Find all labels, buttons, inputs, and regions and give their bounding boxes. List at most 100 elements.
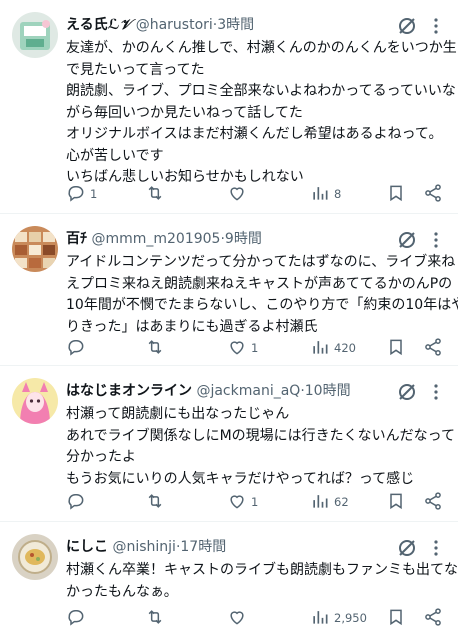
- more-icon[interactable]: [426, 381, 446, 403]
- tweet-line: もうお気にいりの人気キャラだけやってれば？って感じ: [66, 470, 415, 487]
- tweet-line: 村瀬くん卒業！キャストのライブも朗読劇もファンミも出てな: [66, 562, 458, 578]
- grok-icon[interactable]: [396, 229, 418, 251]
- name-badge: ℒ𝒱: [107, 17, 132, 33]
- tweet-line: 朗読劇、ライブ、プロミ全部来ないよねわかってるっていいな: [66, 83, 456, 99]
- avatar[interactable]: [12, 378, 58, 424]
- retweet-button[interactable]: [145, 490, 169, 514]
- retweet-button[interactable]: [145, 606, 169, 630]
- share-button[interactable]: [423, 336, 443, 360]
- like-button[interactable]: 1: [227, 490, 258, 514]
- reply-button[interactable]: [66, 490, 90, 514]
- views-count: 8: [334, 187, 342, 201]
- grok-icon[interactable]: [396, 381, 418, 403]
- tweet-text: アイドルコンテンツだって分かってたはずなのに、ライブ来ね えプロミ来ねえ朗読劇来…: [66, 252, 458, 338]
- retweet-button[interactable]: [145, 336, 169, 360]
- more-icon[interactable]: [426, 15, 446, 37]
- tweet-header: 百ﾁ @mmm_m201905·9時間: [66, 227, 398, 251]
- like-button[interactable]: 1: [227, 336, 258, 360]
- reply-button[interactable]: [66, 336, 90, 360]
- avatar[interactable]: [12, 226, 58, 272]
- bookmark-button[interactable]: [386, 182, 406, 206]
- tweet-line: 友達が、かのんくん推しで、村瀬くんのかのんくんをいつか生: [66, 40, 457, 56]
- display-name[interactable]: える氏: [66, 17, 108, 33]
- tweet-text: 友達が、かのんくん推しで、村瀬くんのかのんくんをいつか生 で見たいって言ってた …: [66, 38, 457, 189]
- like-button[interactable]: [227, 606, 251, 630]
- views-button[interactable]: 420: [310, 336, 356, 360]
- action-bar: 1 62: [62, 490, 448, 514]
- tweet-line: あれでライブ関係なしにMの現場には行きたくないんだなって: [66, 427, 455, 444]
- tweet-line: オリジナルボイスはまだ村瀬くんだし希望はあるよねって。: [66, 126, 443, 142]
- timestamp[interactable]: 17時間: [180, 539, 226, 555]
- display-name[interactable]: 百ﾁ: [66, 231, 87, 247]
- reply-button[interactable]: 1: [66, 182, 97, 206]
- reply-icon: [66, 337, 86, 360]
- tweet[interactable]: はなじまオンライン @jackmani_aQ·10時間 村瀬って朗読劇にも出なっ…: [0, 366, 458, 522]
- timestamp[interactable]: 9時間: [225, 231, 262, 247]
- views-button[interactable]: 62: [310, 490, 349, 514]
- bookmark-icon: [386, 183, 406, 206]
- grok-icon[interactable]: [396, 537, 418, 559]
- action-bar: 1 420: [62, 336, 448, 360]
- tweet-line: かったもんなぁ。: [66, 583, 178, 600]
- tweet-line: 分かったよ: [66, 449, 136, 465]
- views-button[interactable]: 2,950: [310, 606, 367, 630]
- tweet-line: 心が苦しいです: [66, 147, 164, 164]
- tweet-text: 村瀬って朗読劇にも出なったじゃん あれでライブ関係なしにMの現場には行きたくない…: [66, 404, 455, 490]
- more-icon[interactable]: [426, 229, 446, 251]
- action-bar: 1 8: [62, 182, 448, 206]
- share-button[interactable]: [423, 606, 443, 630]
- tweet-header: はなじまオンライン @jackmani_aQ·10時間: [66, 379, 398, 403]
- tweet-line: 村瀬って朗読劇にも出なったじゃん: [66, 406, 290, 422]
- views-icon: [310, 337, 330, 360]
- tweet-line: がら毎回いつか見たいねって話してた: [66, 104, 303, 121]
- bookmark-icon: [386, 607, 406, 630]
- share-icon: [423, 607, 443, 630]
- bookmark-button[interactable]: [386, 490, 406, 514]
- like-icon: [227, 607, 247, 630]
- retweet-icon: [145, 337, 165, 360]
- avatar[interactable]: [12, 12, 58, 58]
- tweet[interactable]: にしこ @nishinji·17時間 村瀬くん卒業！キャストのライブも朗読劇もフ…: [0, 522, 458, 640]
- grok-icon[interactable]: [396, 15, 418, 37]
- handle[interactable]: @mmm_m201905: [91, 231, 220, 247]
- share-icon: [423, 183, 443, 206]
- reply-count: 1: [90, 187, 98, 201]
- views-count: 2,950: [334, 611, 367, 625]
- reply-button[interactable]: [66, 606, 90, 630]
- handle[interactable]: @harustori: [136, 17, 213, 33]
- share-button[interactable]: [423, 182, 443, 206]
- timestamp[interactable]: 10時間: [305, 383, 351, 399]
- like-icon: [227, 337, 247, 360]
- views-icon: [310, 183, 330, 206]
- tweet-text: 村瀬くん卒業！キャストのライブも朗読劇もファンミも出てな かったもんなぁ。: [66, 560, 458, 603]
- retweet-icon: [145, 491, 165, 514]
- retweet-button[interactable]: [145, 182, 169, 206]
- tweet-line: 10年間が不憫でたまらないし、このやり方で「約束の10年はや: [66, 297, 458, 313]
- share-icon: [423, 491, 443, 514]
- timestamp[interactable]: 3時間: [217, 17, 254, 33]
- share-button[interactable]: [423, 490, 443, 514]
- handle[interactable]: @nishinji: [112, 539, 175, 555]
- bookmark-button[interactable]: [386, 606, 406, 630]
- like-button[interactable]: [227, 182, 251, 206]
- retweet-icon: [145, 183, 165, 206]
- like-count: 1: [251, 341, 259, 355]
- handle[interactable]: @jackmani_aQ: [196, 383, 300, 399]
- display-name[interactable]: はなじまオンライン: [66, 383, 192, 399]
- reply-icon: [66, 183, 86, 206]
- views-icon: [310, 491, 330, 514]
- action-bar: 2,950: [62, 606, 448, 630]
- display-name[interactable]: にしこ: [66, 539, 108, 555]
- tweet-header: にしこ @nishinji·17時間: [66, 535, 398, 559]
- views-count: 420: [334, 341, 356, 355]
- bookmark-icon: [386, 491, 406, 514]
- tweet-header: える氏ℒ𝒱 @harustori·3時間: [66, 13, 398, 37]
- tweet-line: りきった」はあまりにも過ぎるよ村瀬氏: [66, 318, 318, 335]
- share-icon: [423, 337, 443, 360]
- tweet[interactable]: 百ﾁ @mmm_m201905·9時間 アイドルコンテンツだって分かってたはずな…: [0, 214, 458, 366]
- more-icon[interactable]: [426, 537, 446, 559]
- tweet[interactable]: える氏ℒ𝒱 @harustori·3時間 友達が、かのんくん推しで、村瀬くんのか…: [0, 0, 458, 214]
- bookmark-button[interactable]: [386, 336, 406, 360]
- views-button[interactable]: 8: [310, 182, 341, 206]
- avatar[interactable]: [12, 534, 58, 580]
